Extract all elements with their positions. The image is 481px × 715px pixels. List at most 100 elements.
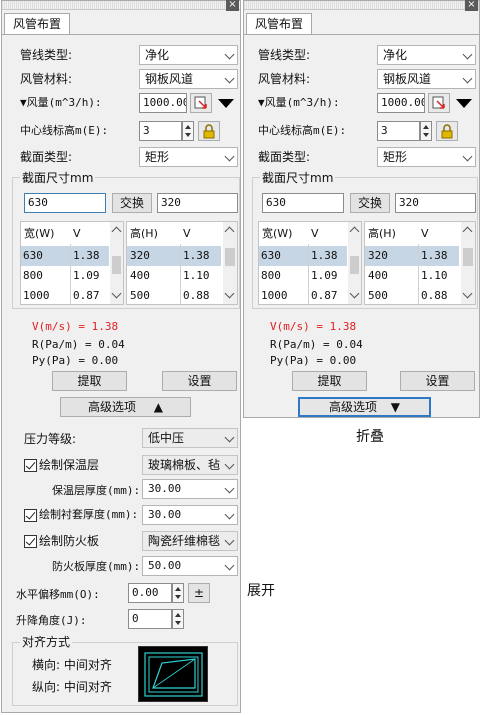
table-row[interactable]: 630 1.38 bbox=[21, 246, 109, 266]
pick-from-drawing-icon bbox=[194, 96, 207, 109]
pressure-level-select[interactable]: 低中压 bbox=[142, 428, 238, 448]
scroll-thumb[interactable] bbox=[463, 248, 473, 266]
height-table-scrollbar[interactable] bbox=[461, 222, 475, 304]
scroll-down-icon[interactable] bbox=[224, 288, 235, 299]
height-table[interactable]: 高(H) V 320 1.38 400 1.10 500 0.88 bbox=[126, 221, 238, 305]
airflow-input[interactable]: 1000.00 bbox=[139, 93, 187, 113]
airflow-dropdown-button[interactable] bbox=[214, 93, 238, 113]
scroll-thumb[interactable] bbox=[225, 248, 235, 266]
plus-minus-button[interactable]: ± bbox=[188, 583, 210, 603]
scroll-thumb[interactable] bbox=[350, 256, 359, 274]
table-row[interactable]: 320 1.38 bbox=[365, 246, 459, 266]
collapse-arrow-icon: ▲ bbox=[153, 400, 164, 414]
horizontal-alignment-text: 横向: 中间对齐 bbox=[32, 658, 112, 672]
alignment-preview[interactable] bbox=[138, 646, 208, 702]
settings-button[interactable]: 设置 bbox=[400, 371, 475, 391]
table-row[interactable]: 500 0.88 bbox=[127, 286, 221, 304]
scroll-thumb[interactable] bbox=[112, 256, 121, 274]
section-type-select[interactable]: 矩形 bbox=[377, 147, 476, 167]
table-header: 高(H) V bbox=[365, 224, 475, 244]
height-input[interactable]: 320 bbox=[395, 193, 476, 213]
expand-arrow-icon: ▼ bbox=[390, 400, 401, 414]
pick-from-drawing-icon bbox=[432, 96, 445, 109]
duct-material-select[interactable]: 钢板风道 bbox=[377, 69, 476, 89]
horizontal-offset-stepper[interactable] bbox=[172, 583, 184, 603]
center-elevation-stepper[interactable] bbox=[420, 121, 432, 141]
table-cell: 1.09 bbox=[73, 269, 100, 282]
height-table[interactable]: 高(H) V 320 1.38 400 1.10 500 0.88 bbox=[364, 221, 476, 305]
lift-angle-input[interactable]: 0 bbox=[128, 609, 172, 629]
fireboard-checkbox[interactable] bbox=[24, 535, 37, 548]
table-row[interactable]: 800 1.09 bbox=[21, 266, 109, 286]
width-table[interactable]: 宽(W) V 630 1.38 800 1.09 1000 0.87 bbox=[20, 221, 124, 305]
table-row[interactable]: 400 1.10 bbox=[365, 266, 459, 286]
width-input[interactable]: 630 bbox=[24, 193, 106, 213]
airflow-input[interactable]: 1000.00 bbox=[377, 93, 425, 113]
table-header: 宽(W) V bbox=[259, 224, 361, 244]
width-table-scrollbar[interactable] bbox=[110, 222, 123, 304]
chevron-down-icon bbox=[224, 432, 235, 443]
airflow-dropdown-button[interactable] bbox=[452, 93, 476, 113]
velocity-result: V(m/s) = 1.38 bbox=[32, 320, 119, 333]
extract-button[interactable]: 提取 bbox=[52, 371, 127, 391]
close-button[interactable]: × bbox=[465, 0, 478, 11]
insulation-material-select[interactable]: 玻璃棉板、毡 bbox=[142, 455, 238, 475]
table-row[interactable]: 400 1.10 bbox=[127, 266, 221, 286]
scroll-up-icon[interactable] bbox=[224, 226, 235, 237]
width-input[interactable]: 630 bbox=[262, 193, 344, 213]
center-elevation-input[interactable]: 3 bbox=[139, 121, 182, 141]
insulation-thickness-select[interactable]: 30.00 bbox=[142, 479, 238, 499]
width-table[interactable]: 宽(W) V 630 1.38 800 1.09 1000 0.87 bbox=[258, 221, 362, 305]
advanced-options-button[interactable]: 高级选项 ▲ bbox=[60, 397, 191, 417]
lift-angle-stepper[interactable] bbox=[172, 609, 184, 629]
lock-button[interactable] bbox=[436, 121, 458, 141]
settings-button[interactable]: 设置 bbox=[162, 371, 237, 391]
duct-material-select[interactable]: 钢板风道 bbox=[139, 69, 238, 89]
center-elevation-input[interactable]: 3 bbox=[377, 121, 420, 141]
table-cell: 0.88 bbox=[421, 289, 448, 302]
swap-button[interactable]: 交换 bbox=[112, 193, 152, 213]
tab-duct-layout[interactable]: 风管布置 bbox=[246, 13, 313, 34]
height-input[interactable]: 320 bbox=[157, 193, 238, 213]
scroll-down-icon[interactable] bbox=[349, 288, 360, 299]
scroll-up-icon[interactable] bbox=[462, 226, 473, 237]
table-row[interactable]: 630 1.38 bbox=[259, 246, 347, 266]
fireboard-thickness-select[interactable]: 50.00 bbox=[142, 556, 238, 576]
duct-line-type-select[interactable]: 净化 bbox=[377, 45, 476, 65]
scroll-up-icon[interactable] bbox=[349, 226, 360, 237]
horizontal-offset-input[interactable]: 0.00 bbox=[128, 583, 172, 603]
lining-thickness-label: 绘制衬套厚度(mm): bbox=[39, 508, 139, 521]
extract-button[interactable]: 提取 bbox=[292, 371, 367, 391]
pick-from-drawing-button[interactable] bbox=[428, 93, 450, 113]
insulation-checkbox[interactable] bbox=[24, 459, 37, 472]
dropdown-triangle-icon bbox=[456, 99, 472, 108]
lining-thickness-select[interactable]: 30.00 bbox=[142, 505, 238, 525]
lock-button[interactable] bbox=[198, 121, 220, 141]
table-row[interactable]: 1000 0.87 bbox=[21, 286, 109, 304]
lining-checkbox[interactable] bbox=[24, 509, 37, 522]
center-elevation-stepper[interactable] bbox=[182, 121, 194, 141]
close-button[interactable]: × bbox=[226, 0, 239, 11]
pressure-level-value: 低中压 bbox=[148, 431, 185, 445]
scroll-up-icon[interactable] bbox=[111, 226, 122, 237]
swap-button[interactable]: 交换 bbox=[350, 193, 390, 213]
table-header: 宽(W) V bbox=[21, 224, 123, 244]
scroll-down-icon[interactable] bbox=[111, 288, 122, 299]
table-row[interactable]: 320 1.38 bbox=[127, 246, 221, 266]
advanced-options-label: 高级选项 bbox=[87, 400, 136, 414]
table-row[interactable]: 800 1.09 bbox=[259, 266, 347, 286]
width-table-scrollbar[interactable] bbox=[348, 222, 361, 304]
tab-duct-layout[interactable]: 风管布置 bbox=[4, 13, 71, 34]
fireboard-material-select[interactable]: 陶瓷纤维棉毯 bbox=[142, 531, 238, 551]
table-row[interactable]: 500 0.88 bbox=[365, 286, 459, 304]
pick-from-drawing-button[interactable] bbox=[190, 93, 212, 113]
table-cell: 400 bbox=[130, 269, 150, 282]
advanced-options-button[interactable]: 高级选项 ▼ bbox=[298, 397, 431, 417]
section-type-select[interactable]: 矩形 bbox=[139, 147, 238, 167]
center-elevation-label: 中心线标高m(E): bbox=[20, 124, 109, 137]
duct-line-type-select[interactable]: 净化 bbox=[139, 45, 238, 65]
height-table-scrollbar[interactable] bbox=[223, 222, 237, 304]
scroll-down-icon[interactable] bbox=[462, 288, 473, 299]
table-row[interactable]: 1000 0.87 bbox=[259, 286, 347, 304]
center-elevation-label: 中心线标高m(E): bbox=[258, 124, 347, 137]
